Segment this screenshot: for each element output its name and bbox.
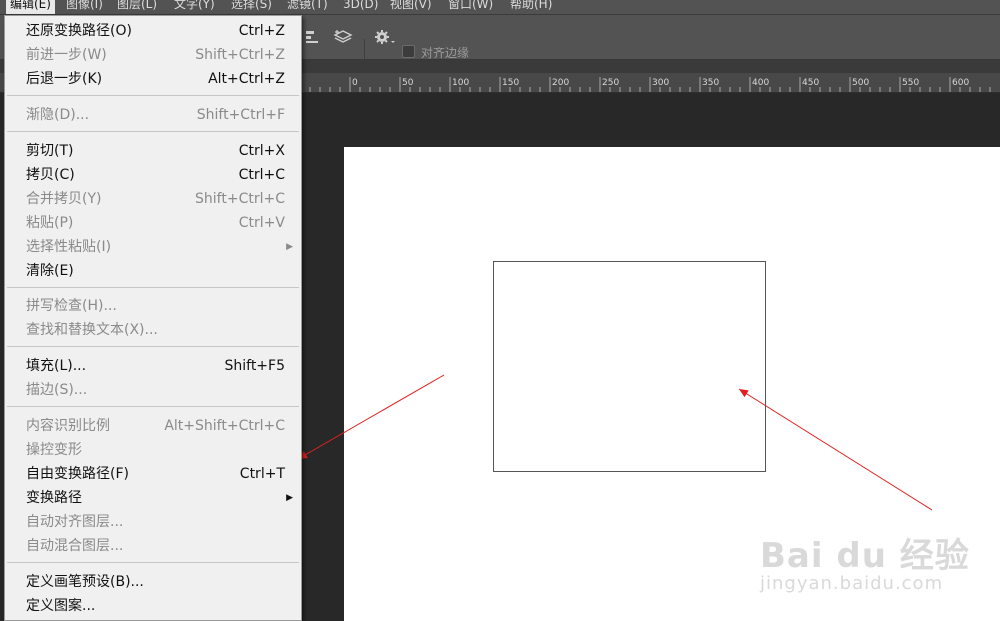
menu-item-spell-check[interactable]: 拼写检查(H)... [5, 294, 301, 318]
menu-divider [7, 287, 299, 288]
menu-item-cut[interactable]: 剪切(T) Ctrl+X [5, 139, 301, 163]
menu-item-label: 填充(L)... [26, 358, 87, 374]
menu-item-content-aware-scale[interactable]: 内容识别比例 Alt+Shift+Ctrl+C [5, 414, 301, 438]
menu-item-label: 拼写检查(H)... [26, 298, 117, 314]
menu-item-copy-merged[interactable]: 合并拷贝(Y) Shift+Ctrl+C [5, 187, 301, 211]
menu-item-stroke[interactable]: 描边(S)... [5, 378, 301, 402]
menu-item-label: 自由变换路径(F) [26, 466, 129, 482]
menu-item-paste[interactable]: 粘贴(P) Ctrl+V [5, 211, 301, 235]
menu-item-label: 还原变换路径(O) [26, 23, 132, 39]
menu-item-transform-path[interactable]: 变换路径 ▶ [5, 486, 301, 510]
menu-item-shortcut: Shift+F5 [224, 358, 285, 374]
menu-item-shortcut: Alt+Ctrl+Z [208, 71, 285, 87]
menu-item-label: 变换路径 [26, 490, 82, 506]
menu-item-shortcut: Ctrl+Z [238, 23, 285, 39]
menu-item-shortcut: Shift+Ctrl+Z [195, 47, 285, 63]
menu-divider [7, 95, 299, 96]
menu-divider [7, 346, 299, 347]
menu-item-shortcut: Ctrl+X [238, 143, 285, 159]
menu-item-step-forward[interactable]: 前进一步(W) Shift+Ctrl+Z [5, 43, 301, 67]
menu-item-label: 清除(E) [26, 263, 74, 279]
menu-item-paste-special[interactable]: 选择性粘贴(I) ▶ [5, 235, 301, 259]
menu-item-shortcut: Ctrl+T [239, 466, 285, 482]
menu-item-fill[interactable]: 填充(L)... Shift+F5 [5, 354, 301, 378]
menu-item-auto-align-layers[interactable]: 自动对齐图层... [5, 510, 301, 534]
menu-item-puppet-warp[interactable]: 操控变形 [5, 438, 301, 462]
menu-item-label: 操控变形 [26, 442, 82, 458]
menu-item-shortcut: Ctrl+C [238, 167, 285, 183]
menu-item-shortcut: Shift+Ctrl+F [196, 107, 285, 123]
menu-item-copy[interactable]: 拷贝(C) Ctrl+C [5, 163, 301, 187]
menu-item-define-pattern[interactable]: 定义图案... [5, 594, 301, 618]
arrow-to-path-head [739, 389, 749, 398]
menu-item-label: 定义画笔预设(B)... [26, 574, 144, 590]
menu-item-label: 拷贝(C) [26, 167, 75, 183]
menu-item-find-replace-text[interactable]: 查找和替换文本(X)... [5, 318, 301, 342]
menu-item-label: 合并拷贝(Y) [26, 191, 102, 207]
menu-item-undo-transform-path[interactable]: 还原变换路径(O) Ctrl+Z [5, 19, 301, 43]
menu-item-label: 粘贴(P) [26, 215, 74, 231]
arrow-to-path [738, 388, 933, 511]
menu-item-label: 查找和替换文本(X)... [26, 322, 158, 338]
menu-item-free-transform-path[interactable]: 自由变换路径(F) Ctrl+T [5, 462, 301, 486]
menu-item-label: 自动混合图层... [26, 538, 124, 554]
submenu-arrow-icon: ▶ [286, 493, 293, 503]
submenu-arrow-icon: ▶ [286, 242, 293, 252]
menu-divider [7, 562, 299, 563]
menu-item-label: 渐隐(D)... [26, 107, 90, 123]
menu-divider [7, 406, 299, 407]
menu-item-fade[interactable]: 渐隐(D)... Shift+Ctrl+F [5, 103, 301, 127]
arrow-to-free-transform [297, 374, 445, 460]
menu-item-clear[interactable]: 清除(E) [5, 259, 301, 283]
menu-item-label: 内容识别比例 [26, 418, 110, 434]
menu-item-label: 描边(S)... [26, 382, 88, 398]
menu-item-label: 定义图案... [26, 598, 96, 614]
menu-item-shortcut: Ctrl+V [238, 215, 285, 231]
menu-item-label: 自动对齐图层... [26, 514, 124, 530]
menu-item-shortcut: Shift+Ctrl+C [195, 191, 285, 207]
menu-item-shortcut: Alt+Shift+Ctrl+C [164, 418, 285, 434]
menu-item-define-brush-preset[interactable]: 定义画笔预设(B)... [5, 570, 301, 594]
menu-item-label: 后退一步(K) [26, 71, 103, 87]
menu-item-label: 剪切(T) [26, 143, 74, 159]
edit-menu-dropdown: 还原变换路径(O) Ctrl+Z 前进一步(W) Shift+Ctrl+Z 后退一步(K… [4, 15, 302, 621]
menu-item-step-backward[interactable]: 后退一步(K) Alt+Ctrl+Z [5, 67, 301, 91]
menu-item-label: 选择性粘贴(I) [26, 239, 112, 255]
menu-item-label: 前进一步(W) [26, 47, 107, 63]
menu-item-auto-blend-layers[interactable]: 自动混合图层... [5, 534, 301, 558]
menu-divider [7, 131, 299, 132]
